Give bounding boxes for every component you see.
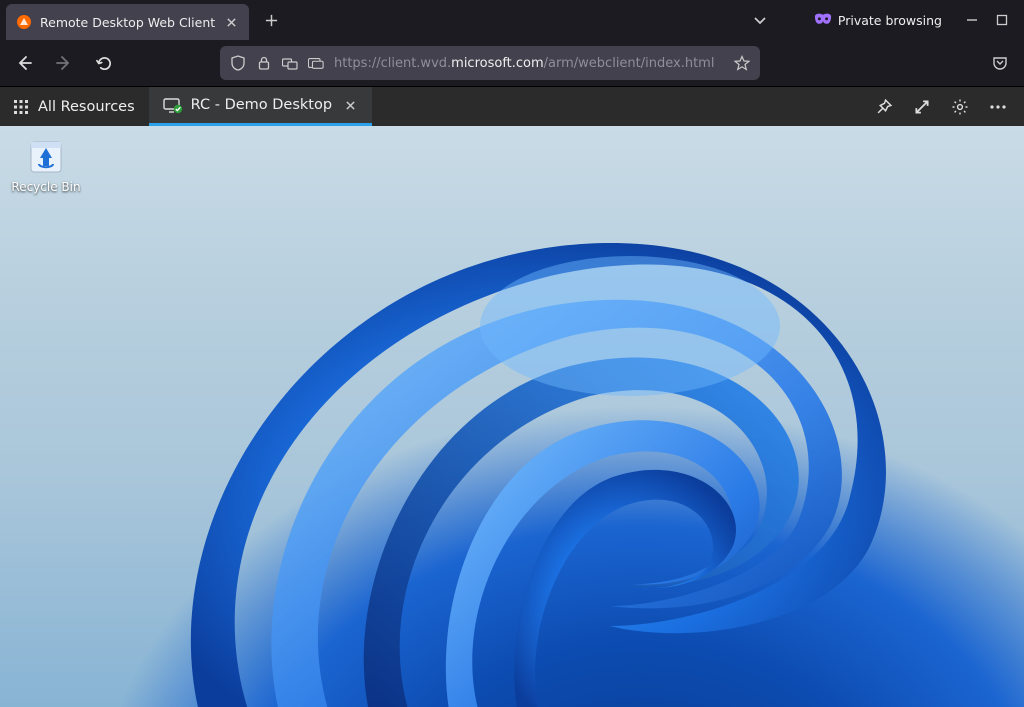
- more-button[interactable]: [988, 97, 1008, 117]
- recycle-bin-icon: [25, 134, 67, 176]
- fullscreen-button[interactable]: [912, 97, 932, 117]
- window-minimize-button[interactable]: [964, 12, 980, 28]
- browser-titlebar: Remote Desktop Web Client Private browsi…: [0, 0, 1024, 40]
- wallpaper-bloom-icon: [130, 156, 1024, 707]
- nav-reload-button[interactable]: [90, 49, 118, 77]
- new-tab-button[interactable]: [257, 6, 285, 34]
- browser-tab[interactable]: Remote Desktop Web Client: [6, 4, 249, 40]
- tab-favicon-icon: [16, 14, 32, 30]
- all-resources-tab[interactable]: All Resources: [0, 87, 149, 126]
- nav-forward-button[interactable]: [50, 49, 78, 77]
- browser-navbar: https://client.wvd.microsoft.com/arm/web…: [0, 40, 1024, 86]
- window-maximize-button[interactable]: [994, 12, 1010, 28]
- grid-icon: [14, 100, 28, 114]
- shield-icon[interactable]: [230, 55, 246, 71]
- lock-icon[interactable]: [256, 55, 272, 71]
- private-browsing-indicator: Private browsing: [814, 13, 942, 28]
- bookmark-star-icon[interactable]: [734, 55, 750, 71]
- settings-button[interactable]: [950, 97, 970, 117]
- tab-close-button[interactable]: [223, 14, 239, 30]
- recycle-bin-desktop-icon[interactable]: Recycle Bin: [8, 134, 84, 194]
- monitor-connected-icon: [163, 98, 181, 112]
- recycle-bin-label: Recycle Bin: [8, 180, 84, 194]
- nav-back-button[interactable]: [10, 49, 38, 77]
- rdweb-toolbar: All Resources RC - Demo Desktop: [0, 86, 1024, 126]
- pocket-icon[interactable]: [986, 49, 1014, 77]
- session-tab-label: RC - Demo Desktop: [191, 97, 332, 113]
- remote-desktop-view[interactable]: Recycle Bin: [0, 126, 1024, 707]
- all-resources-label: All Resources: [38, 99, 135, 115]
- address-bar[interactable]: https://client.wvd.microsoft.com/arm/web…: [220, 46, 760, 80]
- browser-window: Remote Desktop Web Client Private browsi…: [0, 0, 1024, 86]
- private-mask-icon: [814, 13, 832, 27]
- window-controls: [964, 12, 1010, 28]
- session-close-button[interactable]: [342, 97, 358, 113]
- pin-button[interactable]: [874, 97, 894, 117]
- browser-tab-title: Remote Desktop Web Client: [40, 15, 215, 30]
- url-text: https://client.wvd.microsoft.com/arm/web…: [334, 56, 714, 71]
- site-info-icon[interactable]: [308, 55, 324, 71]
- rdweb-actions: [858, 87, 1024, 126]
- tabs-dropdown-button[interactable]: [746, 6, 774, 34]
- permissions-icon[interactable]: [282, 55, 298, 71]
- session-tab[interactable]: RC - Demo Desktop: [149, 87, 372, 126]
- private-browsing-label: Private browsing: [838, 13, 942, 28]
